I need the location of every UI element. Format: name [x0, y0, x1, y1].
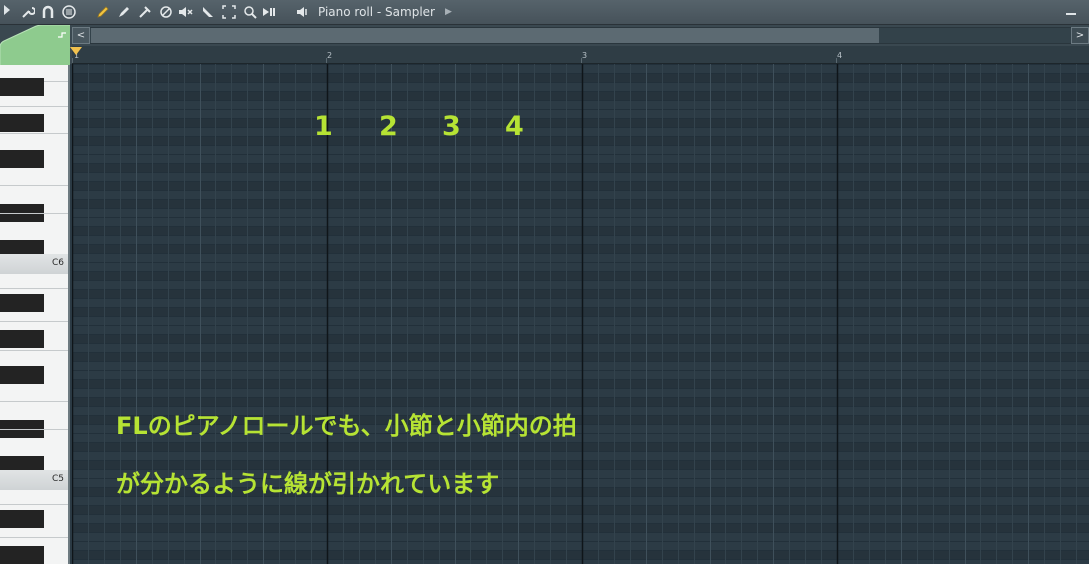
magnet-icon[interactable]	[40, 3, 56, 21]
white-key-divider	[0, 106, 68, 107]
grid-row-black	[72, 307, 1089, 316]
playback-icon[interactable]	[262, 3, 278, 21]
white-key-divider	[0, 133, 68, 134]
octave-label-c6: C6	[52, 258, 65, 268]
grid-row-black	[72, 163, 1089, 172]
octave-label-c5: C5	[52, 474, 65, 484]
black-key[interactable]	[0, 78, 44, 96]
toolbar: Piano roll - Sampler ▶	[0, 0, 1089, 25]
scroll-right-button[interactable]: >	[1071, 27, 1089, 44]
white-key-divider	[0, 321, 68, 322]
grid-row-black	[72, 181, 1089, 190]
white-key-divider	[0, 429, 68, 430]
slice-icon[interactable]	[200, 3, 216, 21]
annotation-line-1: FLのピアノロールでも、小節と小節内の拍	[116, 412, 577, 440]
bar-tick	[326, 58, 327, 63]
playhead-marker[interactable]	[70, 47, 82, 55]
scroll-left-button[interactable]: <	[72, 27, 90, 44]
list-icon[interactable]	[61, 3, 77, 21]
grid-row-black	[72, 199, 1089, 208]
grid-row-black	[72, 244, 1089, 253]
annotation-line-2: が分かるように線が引かれています	[116, 470, 500, 498]
white-key-divider	[0, 350, 68, 351]
grid-row-black	[72, 136, 1089, 145]
white-key-divider	[0, 401, 68, 402]
speaker-icon[interactable]	[296, 3, 312, 21]
grid-row-black	[72, 397, 1089, 406]
delete-icon[interactable]	[137, 3, 153, 21]
grid-row-black	[72, 226, 1089, 235]
grid-row-black	[72, 442, 1089, 451]
white-key-divider	[0, 288, 68, 289]
grid-row-black	[72, 334, 1089, 343]
title-dropdown-arrow-icon[interactable]: ▶	[445, 3, 452, 21]
grid-row-black	[72, 505, 1089, 514]
bar-number: 2	[327, 51, 333, 60]
corner-tab[interactable]	[0, 25, 70, 65]
menu-arrow-icon[interactable]	[2, 3, 12, 21]
white-key-divider	[0, 213, 68, 214]
bar-tick	[836, 58, 837, 63]
grid-row-black	[72, 523, 1089, 532]
black-key[interactable]	[0, 150, 44, 168]
select-icon[interactable]	[221, 3, 237, 21]
timeline-ruler[interactable]: 1 2 3 4	[72, 46, 1089, 64]
grid-row-black	[72, 289, 1089, 298]
black-key[interactable]	[0, 510, 44, 528]
grid-row-black	[72, 271, 1089, 280]
zoom-icon[interactable]	[242, 3, 258, 21]
mute-icon[interactable]	[158, 3, 174, 21]
pencil-icon[interactable]	[95, 3, 111, 21]
grid-row-black	[72, 118, 1089, 127]
beat-number: 1	[314, 111, 333, 142]
window-title[interactable]: Piano roll - Sampler	[318, 3, 435, 21]
grid-row-black	[72, 352, 1089, 361]
grid-row-black	[72, 91, 1089, 100]
beat-number: 4	[505, 111, 524, 142]
bar-number: 4	[837, 51, 843, 60]
grid-row-black	[72, 550, 1089, 559]
grid-row-black	[72, 73, 1089, 82]
white-key-divider	[0, 185, 68, 186]
scrollbar-thumb[interactable]	[91, 28, 879, 43]
black-key[interactable]	[0, 330, 44, 348]
speaker-mute-icon[interactable]	[178, 3, 194, 21]
white-key-divider	[0, 504, 68, 505]
beat-number: 2	[379, 111, 398, 142]
black-key[interactable]	[0, 546, 44, 564]
black-key[interactable]	[0, 294, 44, 312]
paint-brush-icon[interactable]	[116, 3, 132, 21]
beat-number: 3	[442, 111, 461, 142]
bar-number: 3	[582, 51, 588, 60]
grid-row-black	[72, 379, 1089, 388]
minimize-button[interactable]	[1064, 5, 1078, 19]
bar-tick	[581, 58, 582, 63]
black-key[interactable]	[0, 366, 44, 384]
white-key-divider	[0, 537, 68, 538]
piano-keyboard[interactable]: C6 C5	[0, 65, 70, 564]
black-key[interactable]	[0, 114, 44, 132]
bar-tick	[72, 58, 73, 63]
wrench-icon[interactable]	[20, 3, 36, 21]
